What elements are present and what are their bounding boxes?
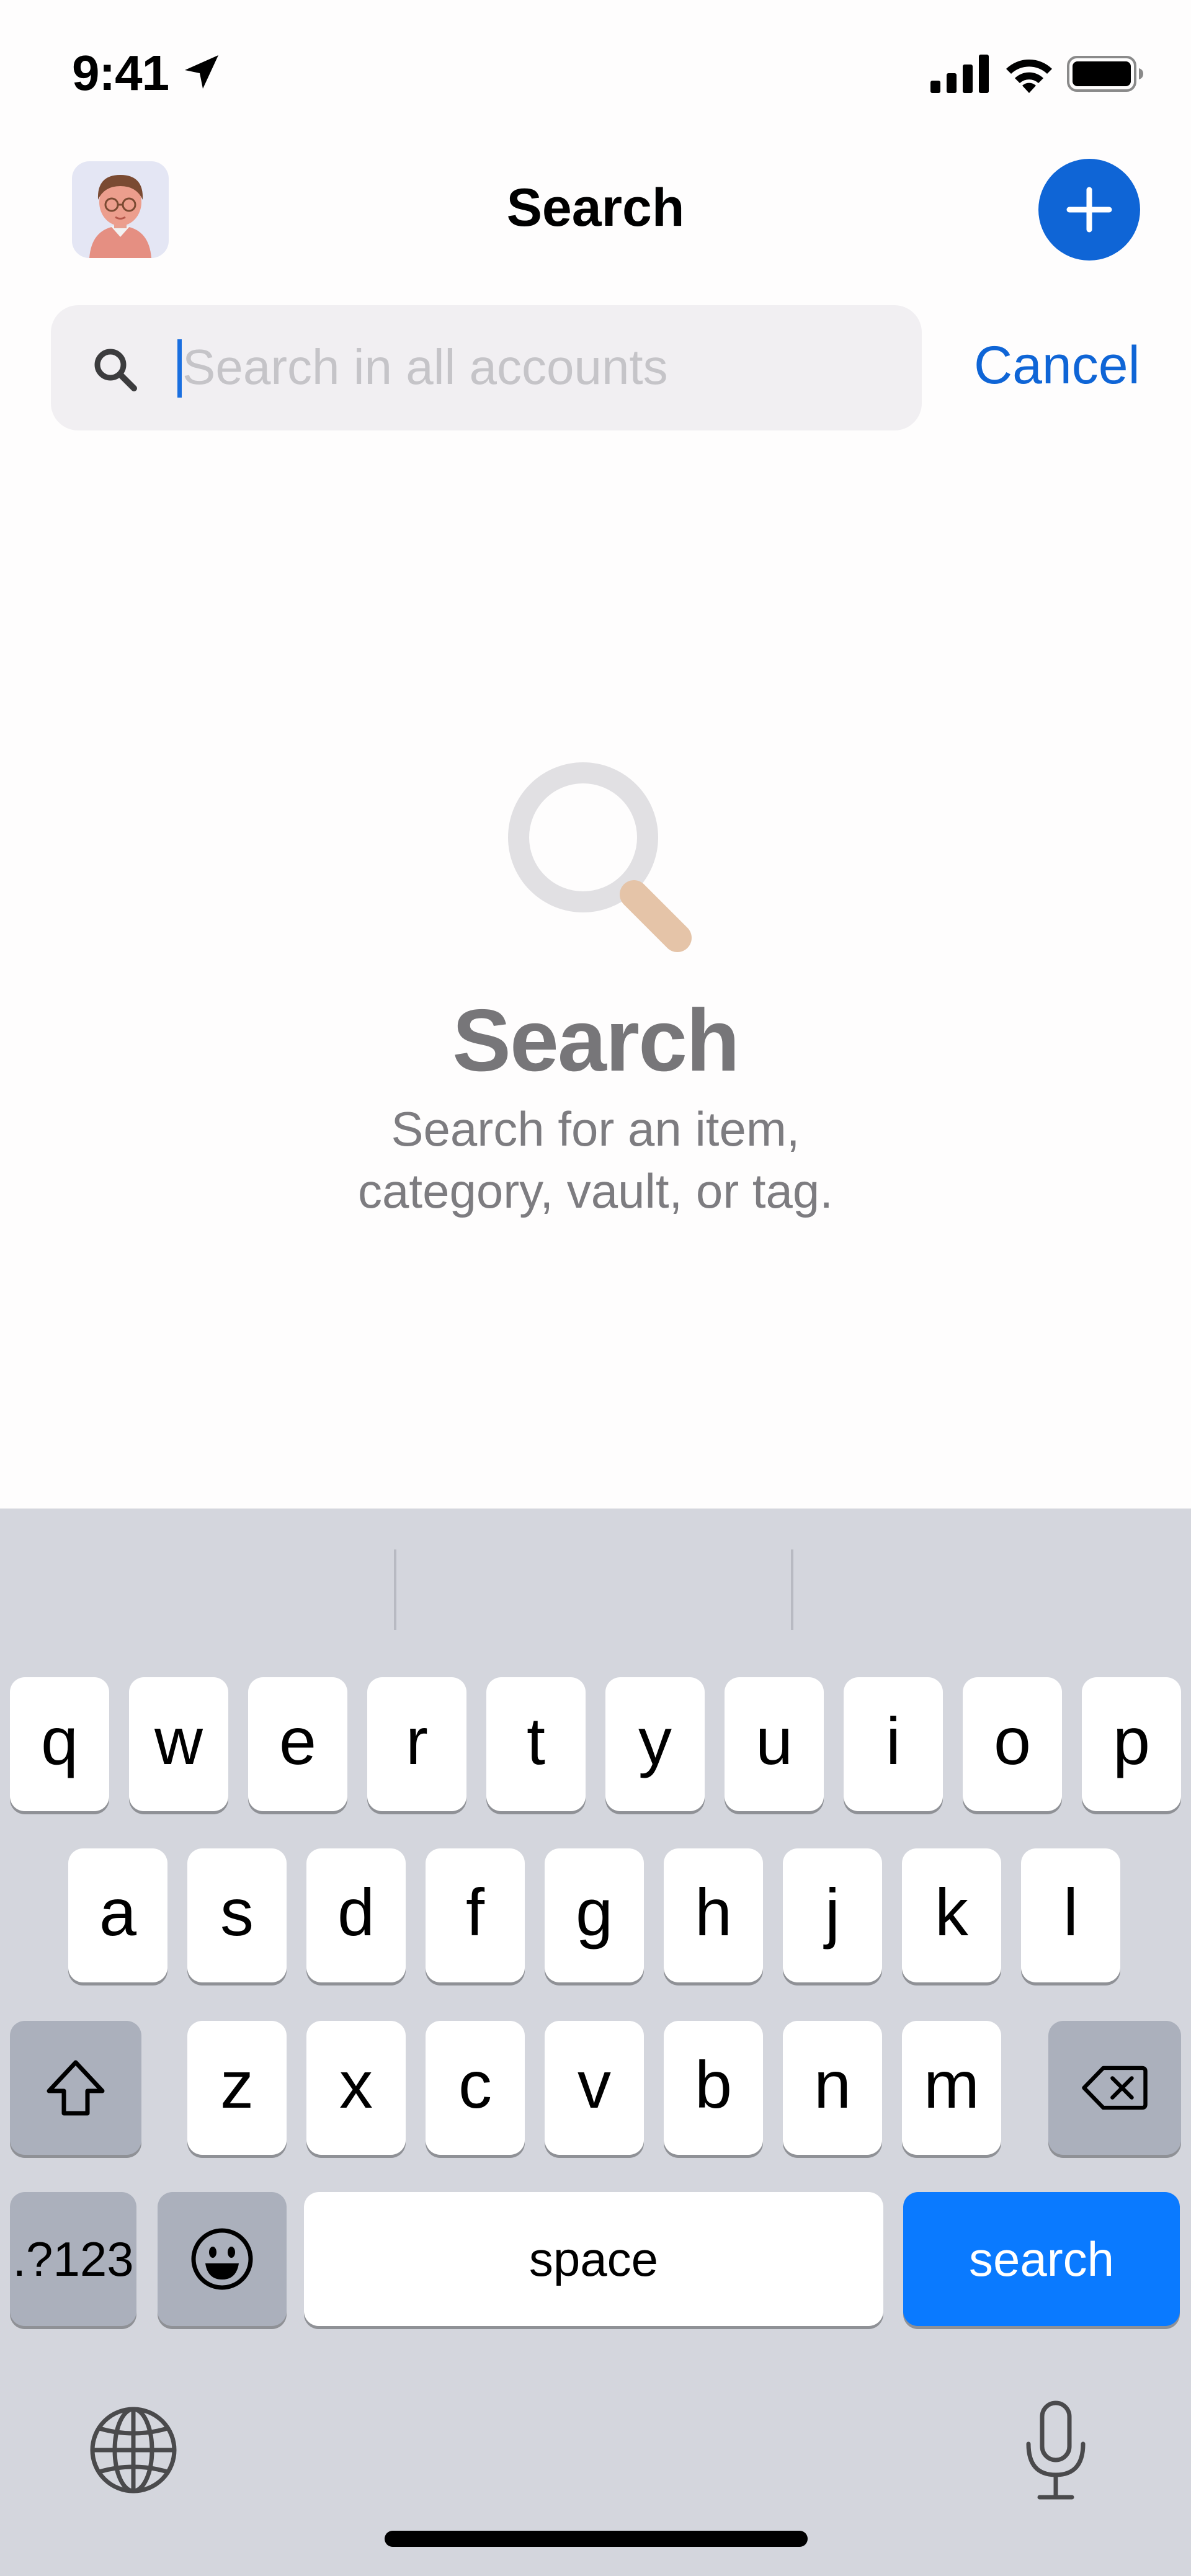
key-p[interactable]: p [1082, 1677, 1181, 1811]
search-input[interactable] [182, 324, 896, 411]
key-h[interactable]: h [664, 1848, 763, 1982]
key-o[interactable]: o [963, 1677, 1062, 1811]
backspace-icon [1082, 2066, 1148, 2110]
space-key[interactable]: space [304, 2192, 883, 2326]
key-g[interactable]: g [545, 1848, 644, 1982]
key-r[interactable]: r [367, 1677, 466, 1811]
empty-state-title: Search [452, 991, 740, 1090]
text-caret [177, 339, 182, 398]
key-m[interactable]: m [902, 2021, 1001, 2155]
status-time: 9:41 [72, 45, 169, 100]
location-arrow-icon [185, 55, 218, 89]
key-a[interactable]: a [68, 1848, 167, 1982]
emoji-icon [191, 2228, 253, 2290]
microphone-icon[interactable] [1017, 2400, 1094, 2502]
key-c[interactable]: c [426, 2021, 525, 2155]
key-k[interactable]: k [902, 1848, 1001, 1982]
key-s[interactable]: s [187, 1848, 287, 1982]
key-z[interactable]: z [187, 2021, 287, 2155]
key-q[interactable]: q [10, 1677, 109, 1811]
key-u[interactable]: u [725, 1677, 824, 1811]
cellular-signal-icon [930, 55, 989, 93]
key-w[interactable]: w [129, 1677, 228, 1811]
key-d[interactable]: d [306, 1848, 406, 1982]
key-f[interactable]: f [426, 1848, 525, 1982]
shift-icon [47, 2060, 105, 2116]
home-indicator[interactable] [385, 2531, 808, 2547]
key-i[interactable]: i [844, 1677, 943, 1811]
wifi-icon [1006, 59, 1052, 93]
cancel-button[interactable]: Cancel [974, 335, 1140, 396]
key-n[interactable]: n [783, 2021, 882, 2155]
page-title: Search [506, 178, 685, 238]
empty-state-subtitle: Search for an item, category, vault, or … [358, 1102, 833, 1218]
key-b[interactable]: b [664, 2021, 763, 2155]
battery-icon [1067, 56, 1143, 92]
search-icon [94, 349, 137, 391]
key-j[interactable]: j [783, 1848, 882, 1982]
key-e[interactable]: e [248, 1677, 347, 1811]
globe-icon[interactable] [87, 2404, 180, 2497]
key-l[interactable]: l [1021, 1848, 1120, 1982]
search-key[interactable]: search [903, 2192, 1180, 2326]
numbers-key[interactable]: .?123 [10, 2192, 136, 2326]
shift-key[interactable] [10, 2021, 141, 2155]
magnifying-glass-icon [508, 762, 692, 952]
emoji-key[interactable] [158, 2192, 287, 2326]
key-x[interactable]: x [306, 2021, 406, 2155]
search-field[interactable] [51, 305, 922, 430]
add-item-button[interactable] [1038, 159, 1140, 261]
key-v[interactable]: v [545, 2021, 644, 2155]
status-bar: 9:41 [0, 0, 1191, 143]
delete-key[interactable] [1048, 2021, 1181, 2155]
suggestion-divider [791, 1549, 793, 1630]
key-t[interactable]: t [486, 1677, 586, 1811]
key-y[interactable]: y [605, 1677, 705, 1811]
suggestion-divider [394, 1549, 396, 1630]
plus-icon [1066, 187, 1112, 233]
